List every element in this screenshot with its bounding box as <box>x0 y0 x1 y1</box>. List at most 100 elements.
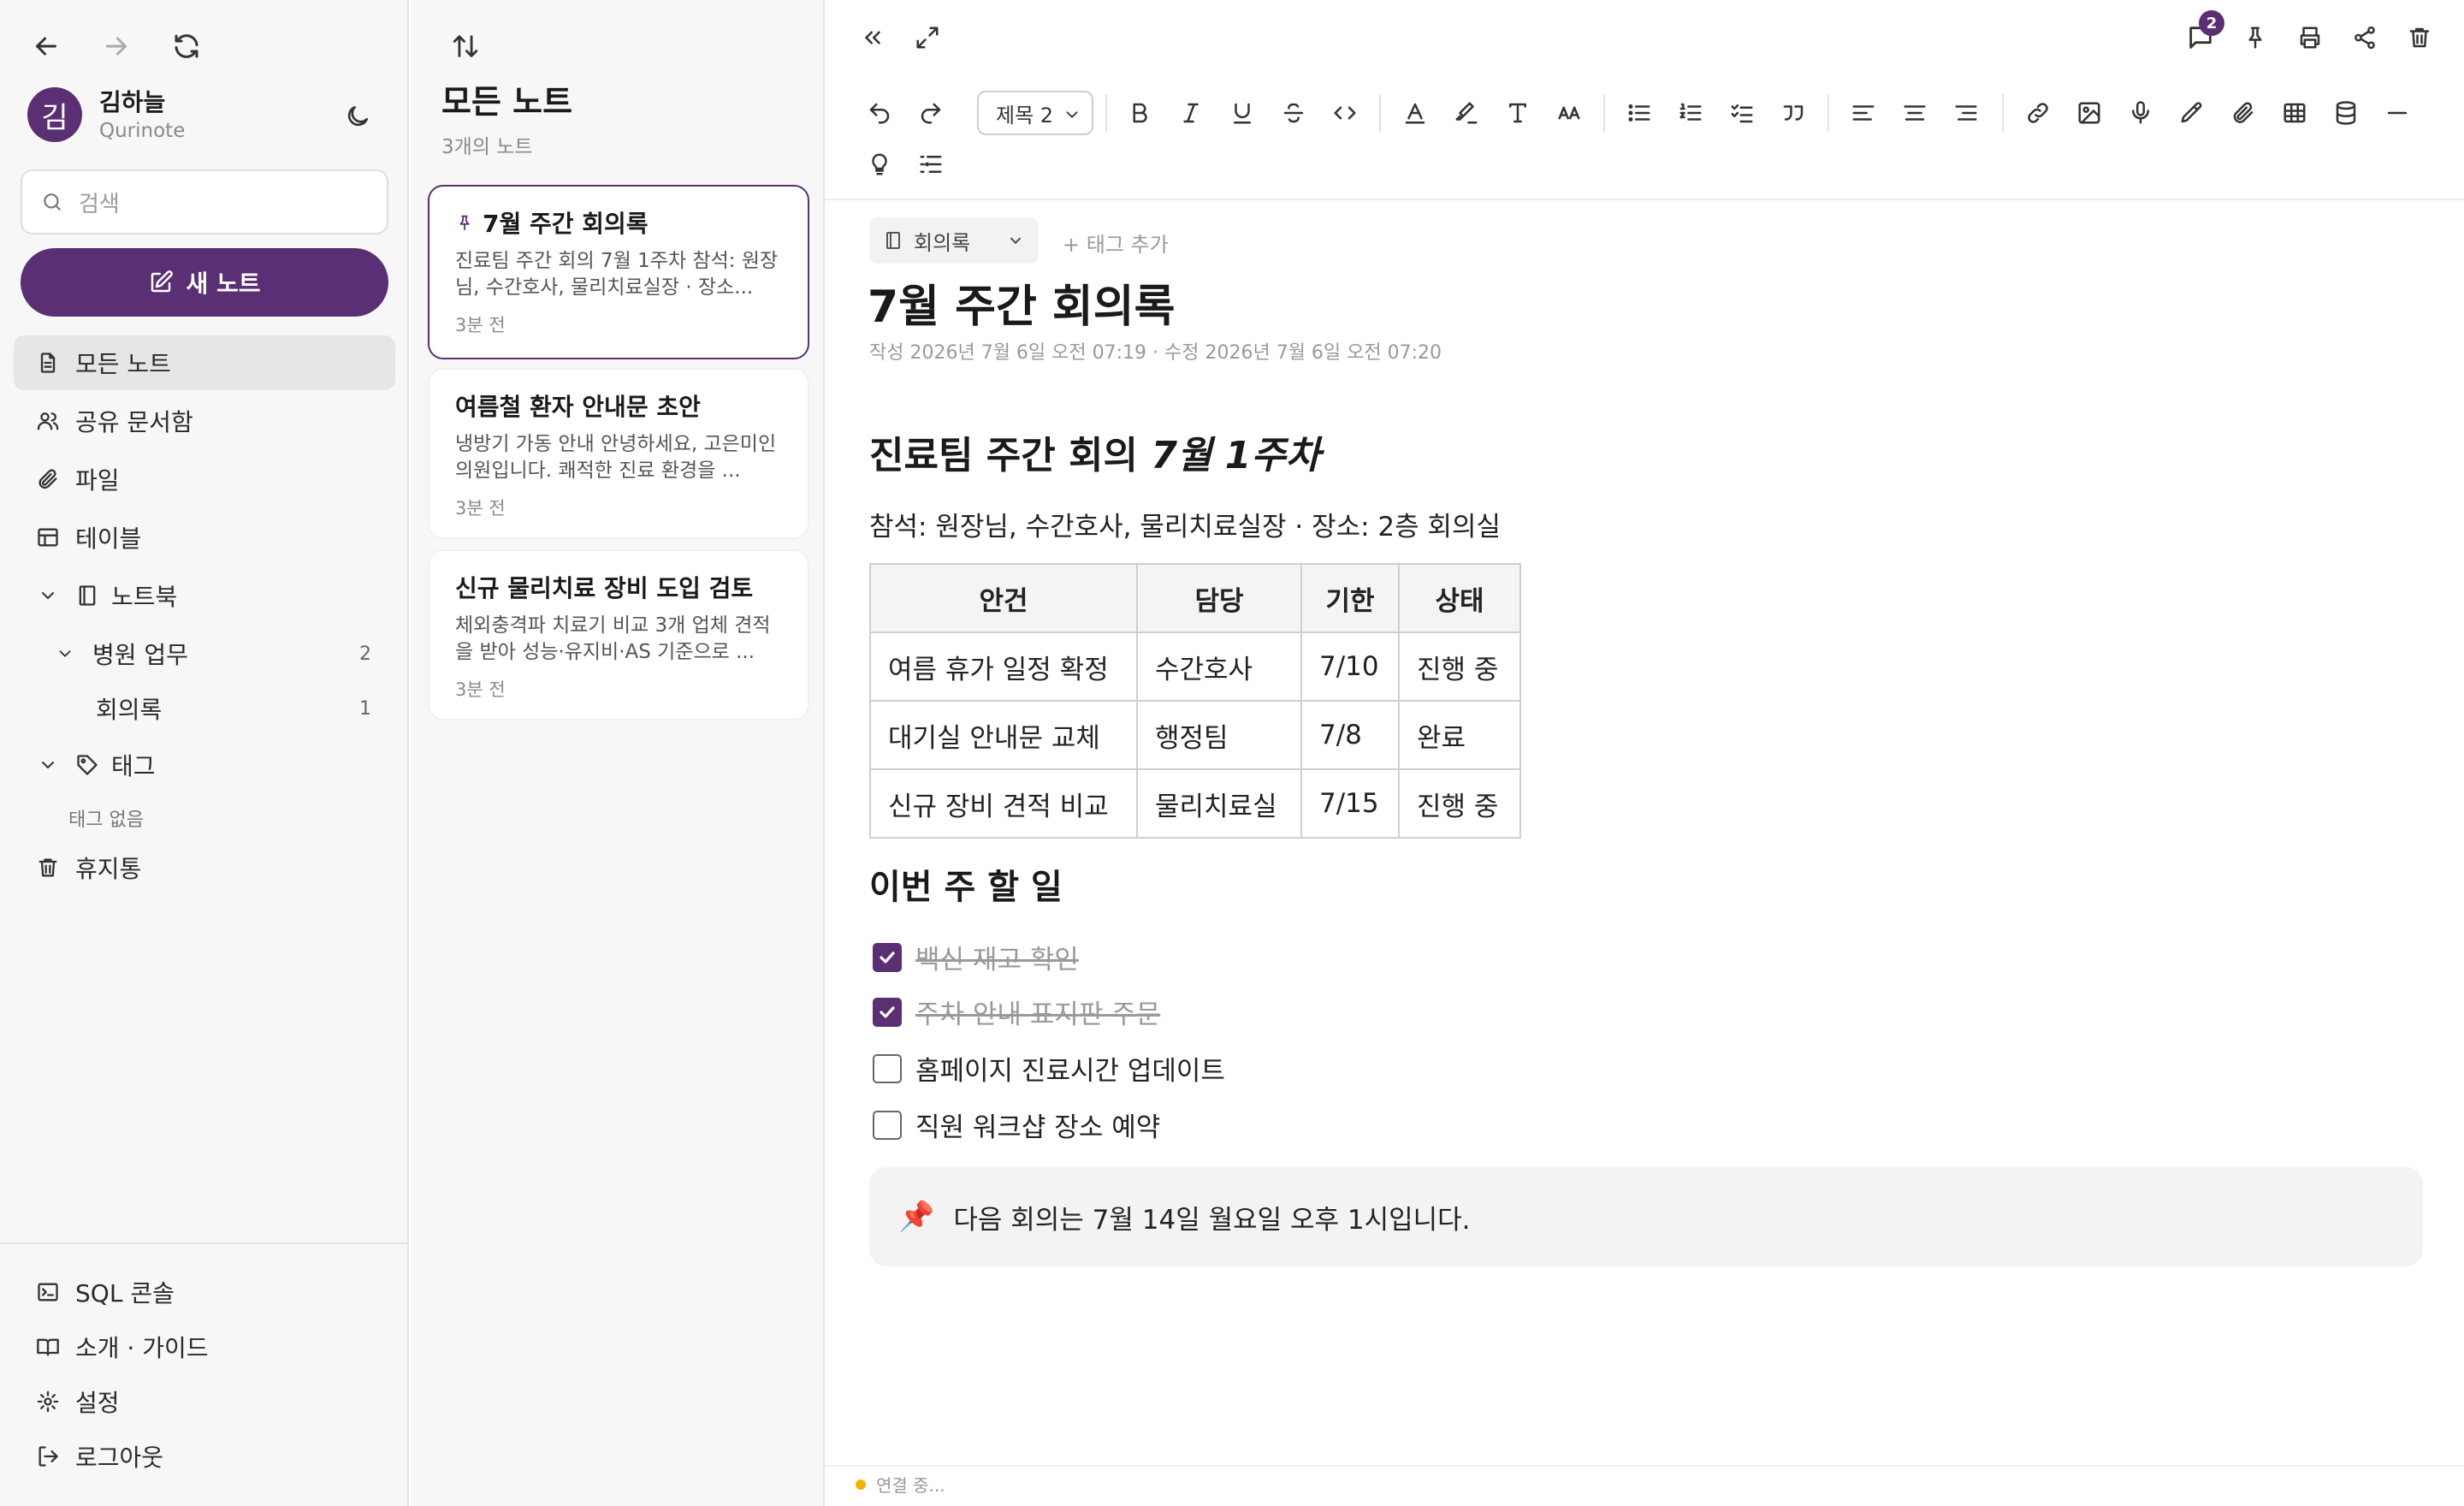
heading-level-select[interactable]: 제목 2 <box>977 91 1093 135</box>
bold-button[interactable] <box>1119 92 1160 133</box>
todo-checkbox[interactable] <box>873 1053 902 1083</box>
fullscreen-button[interactable] <box>907 17 948 58</box>
table-cell[interactable]: 물리치료실 <box>1136 768 1302 839</box>
table-cell[interactable]: 수간호사 <box>1136 631 1302 702</box>
table-cell[interactable]: 7/15 <box>1300 768 1400 839</box>
sidebar-item-logout[interactable]: 로그아웃 <box>14 1429 395 1484</box>
sidebar-item-shared[interactable]: 공유 문서함 <box>14 394 395 448</box>
todo-item[interactable]: 홈페이지 진료시간 업데이트 <box>873 1049 1225 1088</box>
underline-button[interactable] <box>1222 92 1263 133</box>
sidebar-item-trash[interactable]: 휴지통 <box>14 840 395 895</box>
table-header-cell[interactable]: 안건 <box>869 563 1138 633</box>
sidebar-item-sql-console[interactable]: SQL 콘솔 <box>14 1265 395 1319</box>
todo-checkbox[interactable] <box>873 942 902 972</box>
table-cell[interactable]: 진행 중 <box>1398 768 1521 839</box>
sidebar-item-settings[interactable]: 설정 <box>14 1374 395 1429</box>
bullet-list-button[interactable] <box>1619 92 1660 133</box>
sidebar-item-guide[interactable]: 소개 · 가이드 <box>14 1319 395 1374</box>
todo-text[interactable]: 백신 재고 확인 <box>915 938 1079 976</box>
sidebar-item-notebooks[interactable]: 노트북 <box>14 568 395 623</box>
voice-button[interactable] <box>2120 92 2161 133</box>
refresh-button[interactable] <box>168 27 205 65</box>
table-cell[interactable]: 완료 <box>1398 700 1521 770</box>
link-button[interactable] <box>2017 92 2058 133</box>
sidebar-item-tables[interactable]: 테이블 <box>14 510 395 565</box>
new-note-button[interactable]: 새 노트 <box>21 248 388 317</box>
checklist-button[interactable] <box>1721 92 1762 133</box>
doc-subheading[interactable]: 이번 주 할 일 <box>869 859 1063 909</box>
attach-button[interactable] <box>2223 92 2264 133</box>
align-center-button[interactable] <box>1894 92 1935 133</box>
font-button[interactable] <box>1497 92 1538 133</box>
table-cell[interactable]: 진행 중 <box>1398 631 1521 702</box>
code-button[interactable] <box>1324 92 1365 133</box>
note-card[interactable]: 신규 물리치료 장비 도입 검토 체외충격파 치료기 비교 3개 업체 견적을 … <box>428 549 809 720</box>
sort-button[interactable] <box>447 27 484 65</box>
search-input[interactable]: 검색 <box>21 169 388 234</box>
numbered-list-button[interactable] <box>1670 92 1711 133</box>
draw-button[interactable] <box>2171 92 2212 133</box>
notebook-select[interactable]: 회의록 <box>869 217 1039 264</box>
quote-button[interactable] <box>1773 92 1814 133</box>
redo-button[interactable] <box>910 92 951 133</box>
bullet-list-icon <box>1628 104 1650 122</box>
table-cell[interactable]: 행정팀 <box>1136 700 1302 770</box>
print-button[interactable] <box>2289 17 2331 58</box>
todo-item[interactable]: 직원 워크샵 장소 예약 <box>873 1106 1160 1144</box>
align-left-button[interactable] <box>1843 92 1884 133</box>
todo-item[interactable]: 주차 안내 표지판 주문 <box>873 993 1160 1031</box>
callout-button[interactable] <box>859 144 900 185</box>
todo-text[interactable]: 홈페이지 진료시간 업데이트 <box>915 1049 1225 1088</box>
outline-button[interactable] <box>910 144 951 185</box>
todo-checkbox[interactable] <box>873 997 902 1027</box>
note-title[interactable]: 7월 주간 회의록 <box>868 270 1175 335</box>
italic-button[interactable] <box>1170 92 1211 133</box>
align-right-button[interactable] <box>1946 92 1987 133</box>
note-card[interactable]: 여름철 환자 안내문 초안 냉방기 가동 안내 안녕하세요, 고은미인의원입니다… <box>428 368 809 539</box>
sidebar-item-files[interactable]: 파일 <box>14 452 395 507</box>
sidebar-item-hospital-work[interactable]: 병원 업무 2 <box>14 626 395 681</box>
sidebar-item-tags[interactable]: 태그 <box>14 738 395 792</box>
table-cell[interactable]: 신규 장비 견적 비교 <box>869 768 1138 839</box>
todo-item[interactable]: 백신 재고 확인 <box>873 938 1079 976</box>
note-card-time: 3분 전 <box>455 498 506 519</box>
insert-table-button[interactable] <box>2274 92 2315 133</box>
back-button[interactable] <box>27 27 65 65</box>
todo-text[interactable]: 직원 워크샵 장소 예약 <box>915 1106 1160 1144</box>
table-cell[interactable]: 대기실 안내문 교체 <box>869 700 1138 770</box>
forward-button[interactable] <box>98 27 135 65</box>
font-size-button[interactable] <box>1549 92 1590 133</box>
add-tag-button[interactable]: + 태그 추가 <box>1063 228 1169 258</box>
doc-table[interactable]: 안건 담당 기한 상태 여름 휴가 일정 확정 수간호사 7/10 진행 중 대… <box>869 563 1521 839</box>
table-cell[interactable]: 7/8 <box>1300 700 1400 770</box>
sidebar-item-meeting-notes[interactable]: 회의록 1 <box>14 681 395 736</box>
sidebar-item-all-notes[interactable]: 모든 노트 <box>14 335 395 390</box>
database-button[interactable] <box>2325 92 2366 133</box>
pin-note-button[interactable] <box>2235 17 2276 58</box>
image-button[interactable] <box>2069 92 2110 133</box>
doc-paragraph[interactable]: 참석: 원장님, 수간호사, 물리치료실장 · 장소: 2층 회의실 <box>869 505 1501 543</box>
table-header-cell[interactable]: 상태 <box>1398 563 1521 633</box>
text-color-button[interactable] <box>1395 92 1436 133</box>
table-cell[interactable]: 7/10 <box>1300 631 1400 702</box>
callout-text[interactable]: 다음 회의는 7월 14일 월요일 오후 1시입니다. <box>953 1198 1470 1236</box>
undo-button[interactable] <box>859 92 900 133</box>
todo-text[interactable]: 주차 안내 표지판 주문 <box>915 993 1160 1031</box>
todo-checkbox[interactable] <box>873 1110 902 1140</box>
callout-block[interactable]: 📌 다음 회의는 7월 14일 월요일 오후 1시입니다. <box>869 1167 2423 1266</box>
theme-toggle-button[interactable] <box>339 98 376 135</box>
note-card[interactable]: 7월 주간 회의록 진료팀 주간 회의 7월 1주차 참석: 원장님, 수간호사… <box>428 185 809 359</box>
avatar[interactable]: 김 <box>27 87 82 142</box>
divider-button[interactable] <box>2377 92 2418 133</box>
highlight-button[interactable] <box>1446 92 1487 133</box>
collapse-panels-button[interactable] <box>852 17 893 58</box>
doc-heading[interactable]: 진료팀 주간 회의 7월 1주차 <box>869 424 1320 479</box>
trash-icon <box>38 858 57 877</box>
table-header-cell[interactable]: 기한 <box>1300 563 1400 633</box>
strikethrough-button[interactable] <box>1273 92 1314 133</box>
comment-count-badge: 2 <box>2199 10 2224 36</box>
delete-note-button[interactable] <box>2399 17 2440 58</box>
share-button[interactable] <box>2344 17 2385 58</box>
table-header-cell[interactable]: 담당 <box>1136 563 1302 633</box>
table-cell[interactable]: 여름 휴가 일정 확정 <box>869 631 1138 702</box>
